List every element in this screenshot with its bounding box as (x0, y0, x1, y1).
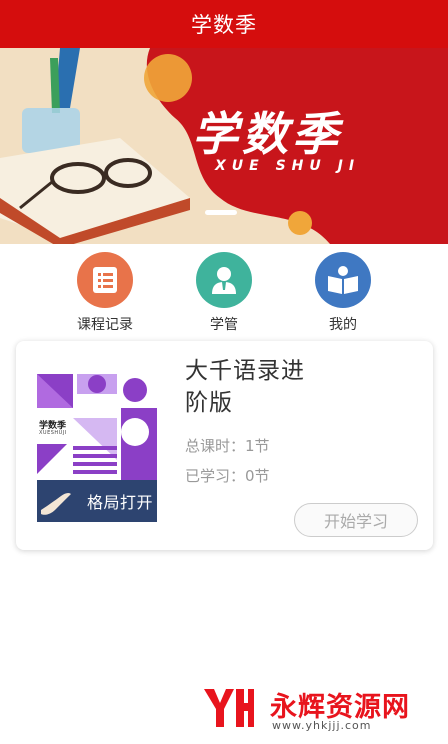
start-learning-button[interactable]: 开始学习 (294, 503, 418, 537)
carousel-indicator[interactable] (205, 210, 237, 215)
banner-title: 学数季 (192, 107, 342, 161)
cover-caption: 格局打开 (86, 493, 153, 512)
nav-manager[interactable]: 学管 (174, 252, 274, 334)
nav-label-manager: 学管 (210, 317, 238, 333)
nav-label-course-records: 课程记录 (77, 317, 133, 333)
quick-nav: 课程记录 学管 我的 (0, 248, 448, 333)
watermark-url: www.yhkjjj.com (272, 719, 372, 732)
banner-carousel[interactable]: 学数季 XUE SHU JI (0, 48, 448, 244)
total-lessons: 总课时：1节 (185, 437, 270, 455)
nav-course-records[interactable]: 课程记录 (55, 252, 155, 334)
hand-icon (41, 492, 71, 515)
app-title: 学数季 (191, 13, 257, 37)
watermark: 永辉资源网 www.yhkjjj.com (200, 683, 440, 733)
nav-mine[interactable]: 我的 (293, 252, 393, 334)
app-header: 学数季 (0, 0, 448, 48)
book-reader-icon (315, 252, 371, 308)
watermark-logo-icon (204, 689, 254, 727)
person-icon (196, 252, 252, 308)
course-title: 大千语录进 阶版 (185, 358, 305, 416)
nav-label-mine: 我的 (329, 317, 357, 333)
list-icon (77, 252, 133, 308)
cover-artwork: 学数季 XUESHUJI (37, 374, 157, 480)
cover-brand-sub: XUESHUJI (39, 430, 67, 436)
learned-lessons: 已学习：0节 (185, 467, 270, 485)
course-card[interactable]: 学数季 XUESHUJI 格局打开 大千语录进 阶版 总课时：1节 已学习：0节 … (16, 341, 433, 550)
course-cover[interactable]: 学数季 XUESHUJI 格局打开 (37, 374, 157, 522)
cover-caption-strip: 格局打开 (37, 480, 157, 522)
banner-subtitle: XUE SHU JI (215, 158, 361, 174)
